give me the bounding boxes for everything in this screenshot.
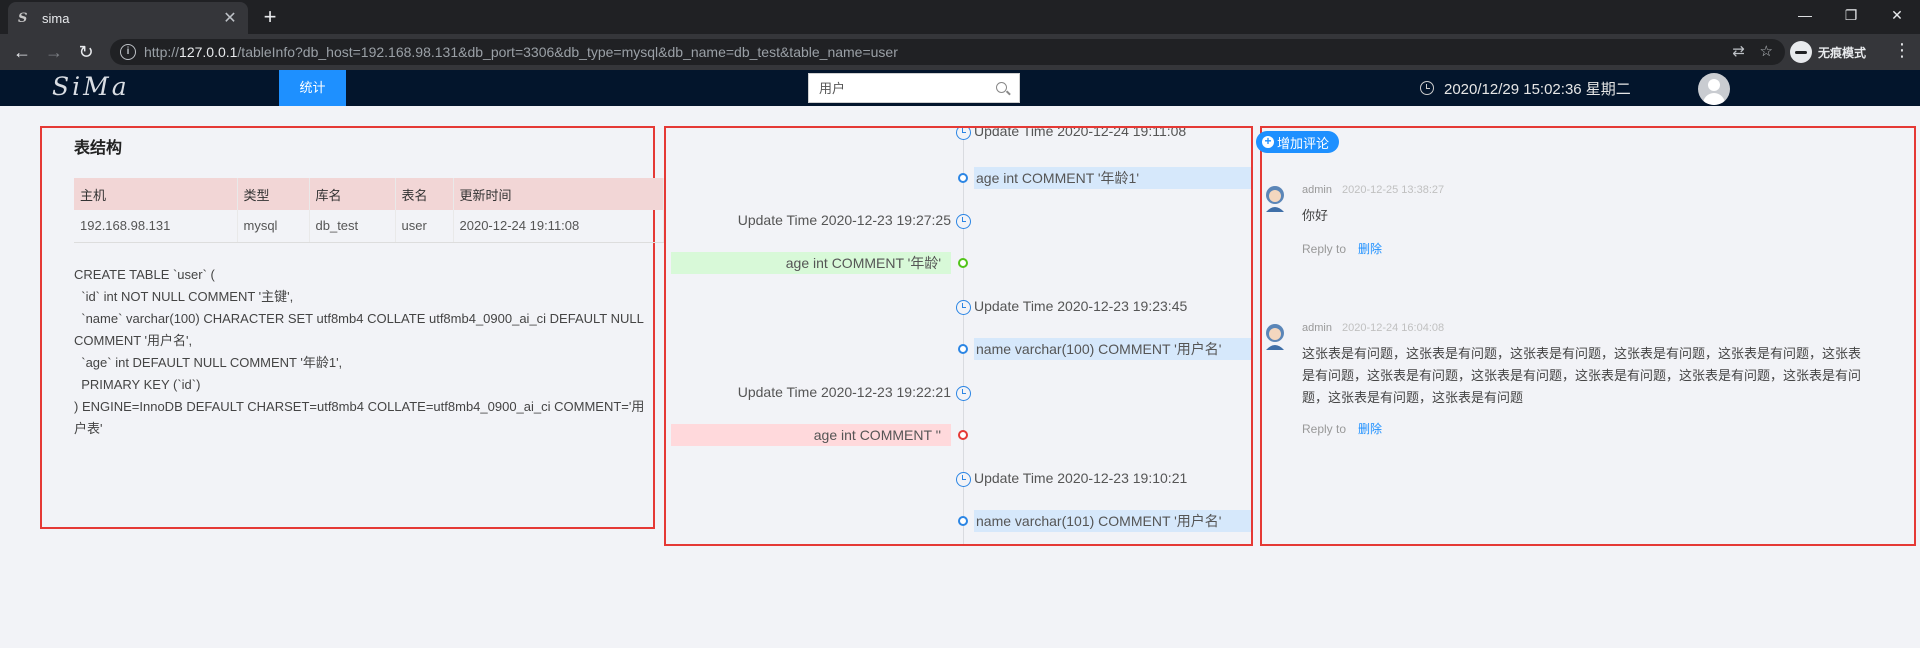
- clock-icon: [956, 300, 971, 315]
- search-input[interactable]: [819, 74, 989, 102]
- forward-icon[interactable]: →: [42, 40, 66, 64]
- timeline-dot: [958, 344, 968, 354]
- address-bar: ← → ↻ i http://127.0.0.1/tableInfo?db_ho…: [0, 34, 1920, 70]
- minimize-icon[interactable]: —: [1783, 0, 1827, 30]
- app-header: SiMa 统计 2020/12/29 15:02:36 星期二: [0, 70, 1920, 106]
- comment-item: admin 2020-12-24 16:04:08 这张表是有问题，这张表是有问题…: [1262, 322, 1862, 442]
- commenter-avatar: [1266, 186, 1284, 212]
- col-type: 类型: [237, 178, 310, 210]
- comment-time: 2020-12-24 16:04:08: [1341, 322, 1445, 334]
- sql-line: ) ENGINE=InnoDB DEFAULT CHARSET=utf8mb4 …: [74, 399, 645, 436]
- reload-icon[interactable]: ↻: [74, 40, 98, 64]
- cell-type: mysql: [237, 210, 310, 243]
- add-comment-label: 增加评论: [1277, 135, 1330, 151]
- user-avatar[interactable]: [1698, 73, 1730, 105]
- table-info: 主机 类型 库名 表名 更新时间 192.168.98.131 mysql db…: [74, 178, 664, 243]
- site-favicon-icon: S: [18, 10, 28, 26]
- clock-icon: [956, 386, 971, 401]
- comment-author: admin: [1302, 184, 1332, 196]
- app-logo[interactable]: SiMa: [52, 72, 130, 101]
- nav-statistics-button[interactable]: 统计: [279, 70, 346, 106]
- timeline-update-time: Update Time 2020-12-23 19:10:21: [974, 470, 1188, 486]
- timeline-change-item: age int COMMENT '年龄1': [974, 167, 1251, 189]
- restore-icon[interactable]: ❐: [1829, 0, 1873, 30]
- comment-actions: Reply to 删除: [1302, 420, 1382, 437]
- timeline-dot: [958, 173, 968, 183]
- section-title: 表结构: [74, 140, 123, 157]
- clock-icon: [1420, 81, 1434, 95]
- timeline-change-item: age int COMMENT '年龄': [671, 252, 951, 274]
- url-text[interactable]: http://127.0.0.1/tableInfo?db_host=192.1…: [144, 44, 898, 60]
- delete-link[interactable]: 删除: [1358, 422, 1382, 436]
- clock-icon: [956, 472, 971, 487]
- search-icon[interactable]: [996, 82, 1007, 93]
- clock-icon: [956, 214, 971, 229]
- timeline-update-time: Update Time 2020-12-23 19:22:21: [737, 384, 951, 400]
- sql-line: `id` int NOT NULL COMMENT '主键',: [74, 289, 294, 304]
- reply-link[interactable]: Reply to: [1302, 242, 1346, 256]
- timeline-change-item: name varchar(100) COMMENT '用户名': [974, 338, 1251, 360]
- cell-table: user: [395, 210, 454, 243]
- plus-circle-icon: +: [1262, 135, 1274, 148]
- comment-text: 你好: [1302, 208, 1329, 223]
- browser-tab-bar: S sima ✕ + — ❐ ✕: [0, 0, 1920, 34]
- timeline-dot: [958, 516, 968, 526]
- reply-link[interactable]: Reply to: [1302, 422, 1346, 436]
- col-host: 主机: [74, 178, 238, 210]
- comment-meta: admin 2020-12-25 13:38:27: [1302, 184, 1444, 196]
- tab-close-icon[interactable]: ✕: [222, 8, 238, 28]
- comments-panel: + 增加评论 admin 2020-12-25 13:38:27 你好 Reply…: [1256, 126, 1916, 546]
- sql-line: `age` int DEFAULT NULL COMMENT '年龄1',: [74, 355, 343, 370]
- back-icon[interactable]: ←: [10, 40, 34, 64]
- cell-db: db_test: [309, 210, 396, 243]
- table-row: 192.168.98.131 mysql db_test user 2020-1…: [74, 210, 664, 243]
- timeline-change-item: name varchar(101) COMMENT '用户名': [974, 510, 1251, 532]
- datetime-text: 2020/12/29 15:02:36 星期二: [1444, 80, 1631, 98]
- col-table: 表名: [395, 178, 454, 210]
- timeline-update-time: Update Time 2020-12-24 19:11:08: [974, 126, 1187, 139]
- comment-time: 2020-12-25 13:38:27: [1341, 184, 1445, 196]
- change-timeline-panel: Update Time 2020-12-24 19:11:08 age int …: [664, 126, 1253, 546]
- window-close-icon[interactable]: ✕: [1875, 0, 1919, 30]
- url-bar[interactable]: i http://127.0.0.1/tableInfo?db_host=192…: [110, 39, 1785, 65]
- col-db: 库名: [309, 178, 396, 210]
- timeline-update-time: Update Time 2020-12-23 19:27:25: [737, 212, 951, 228]
- table-header-row: 主机 类型 库名 表名 更新时间: [74, 178, 664, 210]
- delete-link[interactable]: 删除: [1358, 242, 1382, 256]
- current-datetime: 2020/12/29 15:02:36 星期二: [1420, 70, 1631, 106]
- timeline-dot: [958, 258, 968, 268]
- incognito-indicator[interactable]: 无痕模式: [1790, 39, 1866, 65]
- create-table-sql: CREATE TABLE `user` ( `id` int NOT NULL …: [74, 264, 654, 440]
- translate-icon[interactable]: ⇄: [1732, 42, 1745, 60]
- commenter-avatar: [1266, 324, 1284, 350]
- comment-actions: Reply to 删除: [1302, 240, 1382, 257]
- add-comment-button[interactable]: + 增加评论: [1256, 131, 1340, 153]
- comment-item: admin 2020-12-25 13:38:27 你好 Reply to 删除: [1262, 184, 1862, 264]
- comment-author: admin: [1302, 322, 1332, 334]
- incognito-label: 无痕模式: [1818, 45, 1867, 60]
- site-info-icon[interactable]: i: [120, 44, 136, 60]
- search-box: [808, 73, 1020, 103]
- cell-updated: 2020-12-24 19:11:08: [453, 210, 664, 243]
- timeline-change-item: age int COMMENT '': [671, 424, 951, 446]
- bookmark-star-icon[interactable]: ☆: [1760, 42, 1773, 60]
- comment-text: 这张表是有问题，这张表是有问题，这张表是有问题，这张表是有问题，这张表是有问题，…: [1302, 346, 1862, 405]
- clock-icon: [956, 128, 971, 140]
- browser-menu-icon[interactable]: ⋮: [1893, 40, 1911, 61]
- col-updated: 更新时间: [453, 178, 664, 210]
- sql-line: `name` varchar(100) CHARACTER SET utf8mb…: [74, 311, 647, 348]
- tab-title: sima: [42, 10, 70, 26]
- sql-line: PRIMARY KEY (`id`): [74, 377, 201, 392]
- new-tab-icon[interactable]: +: [258, 4, 282, 30]
- incognito-icon: [1790, 41, 1812, 63]
- cell-host: 192.168.98.131: [74, 210, 238, 243]
- table-structure-panel: 表结构 主机 类型 库名 表名 更新时间 192.168.98.131 mysq…: [40, 126, 664, 529]
- timeline-update-time: Update Time 2020-12-23 19:23:45: [974, 298, 1188, 314]
- sql-line: CREATE TABLE `user` (: [74, 267, 215, 282]
- timeline-dot: [958, 430, 968, 440]
- browser-tab[interactable]: S sima ✕: [8, 2, 248, 34]
- comment-meta: admin 2020-12-24 16:04:08: [1302, 322, 1444, 334]
